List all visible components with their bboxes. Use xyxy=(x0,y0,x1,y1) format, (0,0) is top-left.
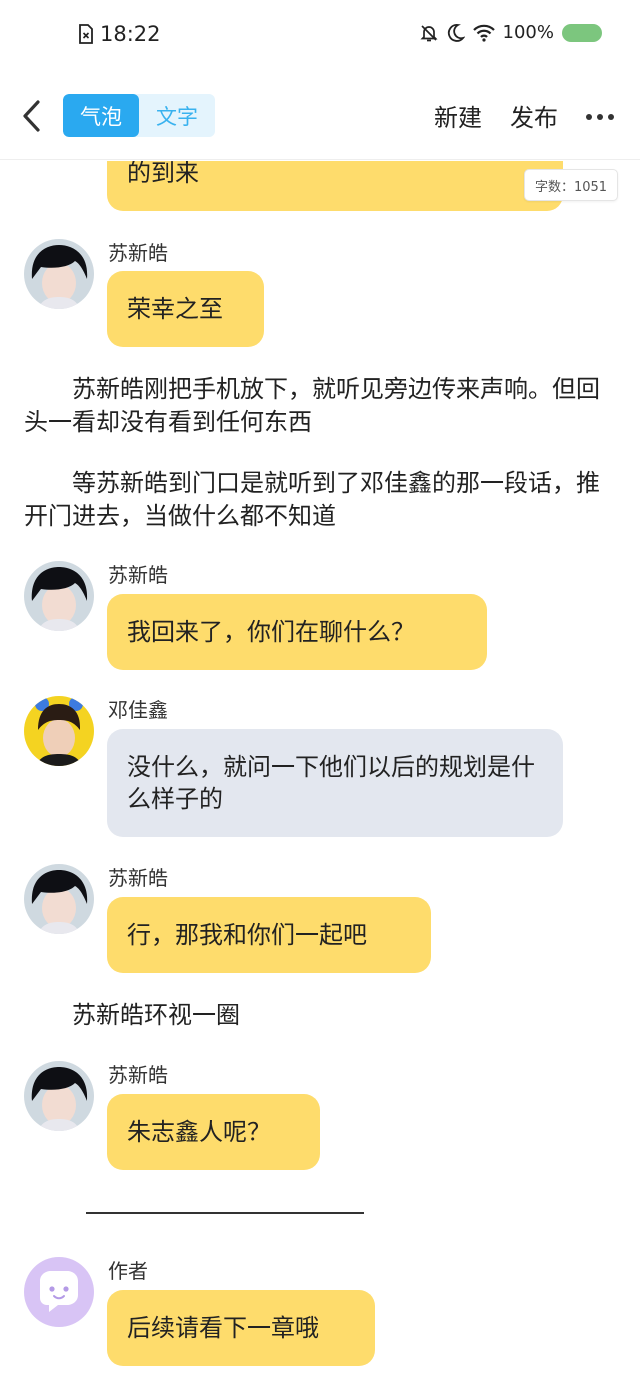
battery-icon xyxy=(562,23,602,42)
sender-name: 作者 xyxy=(108,1259,148,1283)
narration-text: 苏新皓刚把手机放下，就听见旁边传来声响。但回头一看却没有看到任何东西 xyxy=(24,375,600,436)
avatar[interactable] xyxy=(24,864,94,934)
avatar[interactable] xyxy=(24,239,94,309)
chat-bubble-icon xyxy=(40,1271,78,1312)
mode-segmented-control: 气泡 文字 xyxy=(63,94,215,137)
sim-missing-icon xyxy=(79,24,93,44)
sender-name: 苏新皓 xyxy=(108,1063,168,1087)
character-portrait-icon xyxy=(24,1061,94,1131)
narration-text: 等苏新皓到门口是就听到了邓佳鑫的那一段话，推开门进去，当做什么都不知道 xyxy=(24,469,600,530)
avatar[interactable] xyxy=(24,1257,94,1327)
sender-name: 苏新皓 xyxy=(108,241,168,265)
message-bubble: 荣幸之至 xyxy=(107,271,264,347)
character-portrait-icon xyxy=(24,696,94,766)
more-options-icon[interactable] xyxy=(586,114,614,120)
message-bubble: 后续请看下一章哦 xyxy=(107,1290,375,1366)
message-bubble: 行，那我和你们一起吧 xyxy=(107,897,431,973)
sender-name: 苏新皓 xyxy=(108,563,168,587)
chat-story-content[interactable]: 字数：1051 的到来 苏新皓 荣幸之至 苏新皓刚把手机放下，就听见旁边传来声响… xyxy=(0,161,640,1387)
top-navigation-bar: 气泡 文字 新建 发布 xyxy=(0,72,640,160)
sender-name: 苏新皓 xyxy=(108,866,168,890)
character-portrait-icon xyxy=(24,864,94,934)
character-portrait-icon xyxy=(24,561,94,631)
message-bubble: 没什么，就问一下他们以后的规划是什么样子的 xyxy=(107,729,563,837)
word-count-badge: 字数：1051 xyxy=(524,169,618,201)
avatar[interactable] xyxy=(24,696,94,766)
avatar[interactable] xyxy=(24,561,94,631)
message-bubble: 朱志鑫人呢？ xyxy=(107,1094,320,1170)
do-not-disturb-icon xyxy=(447,23,465,42)
section-divider xyxy=(86,1212,364,1214)
status-time: 18:22 xyxy=(100,22,161,46)
back-arrow-icon[interactable] xyxy=(18,96,48,136)
message-bubble: 的到来 xyxy=(107,161,563,211)
avatar[interactable] xyxy=(24,1061,94,1131)
publish-button[interactable]: 发布 xyxy=(510,98,558,133)
sender-name: 邓佳鑫 xyxy=(108,698,168,722)
notifications-off-icon xyxy=(419,24,438,41)
tab-bubble[interactable]: 气泡 xyxy=(63,94,139,137)
wifi-icon xyxy=(472,24,495,42)
battery-percentage: 100% xyxy=(502,22,554,43)
status-bar: 18:22 100% xyxy=(0,0,640,72)
character-portrait-icon xyxy=(24,239,94,309)
narration-text: 苏新皓环视一圈 xyxy=(72,1001,240,1029)
tab-text[interactable]: 文字 xyxy=(139,94,215,137)
message-bubble: 我回来了，你们在聊什么？ xyxy=(107,594,487,670)
new-button[interactable]: 新建 xyxy=(434,98,482,133)
